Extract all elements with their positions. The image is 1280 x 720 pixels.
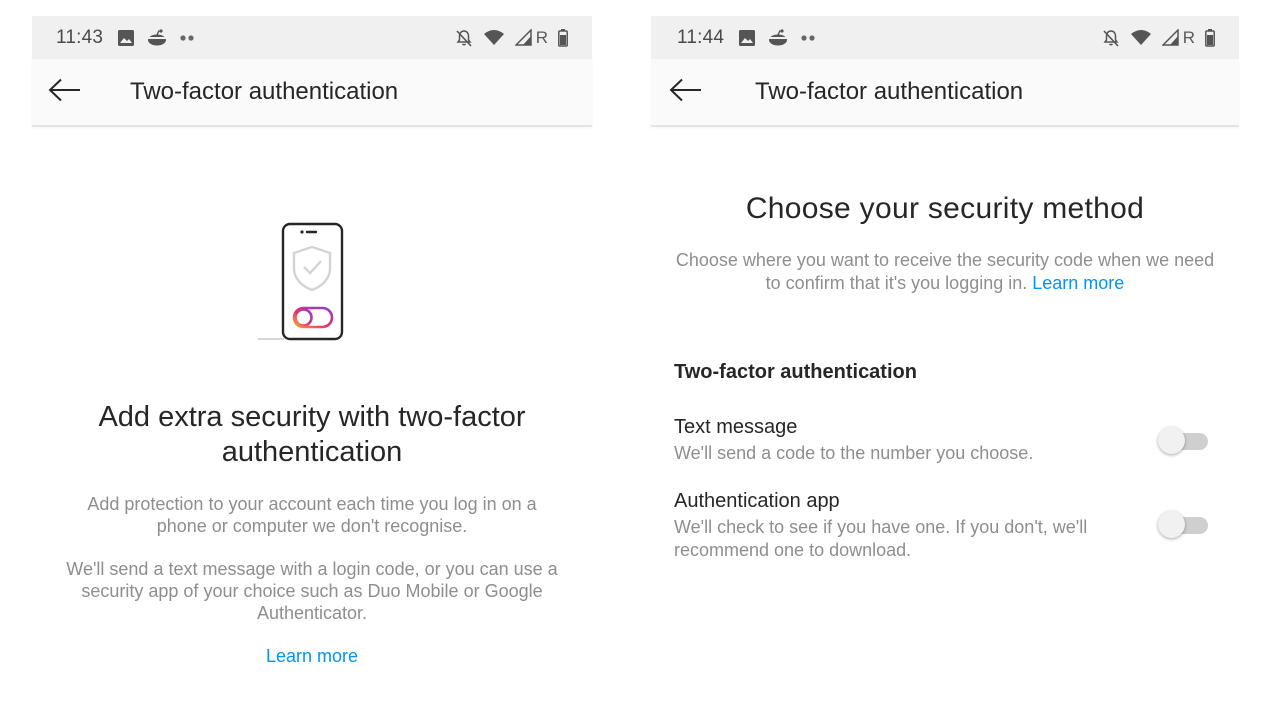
image-icon [117, 29, 135, 47]
more-dots-icon [179, 34, 195, 42]
choose-method-description: Choose where you want to receive the sec… [671, 249, 1219, 295]
screen-intro: 11:43 R Two-factor authentication Add ex… [32, 16, 592, 720]
arrow-left-icon [669, 78, 703, 107]
toggle-thumb [1158, 511, 1185, 538]
option-label: Text message [674, 416, 798, 438]
intro-heading: Add extra security with two-factor authe… [98, 401, 526, 468]
battery-icon [1205, 28, 1215, 47]
bell-off-icon [455, 29, 473, 47]
page-title: Two-factor authentication [755, 78, 1024, 105]
status-time: 11:43 [56, 26, 104, 48]
app-bar: Two-factor authentication [32, 59, 592, 127]
option-label: Authentication app [674, 490, 840, 512]
wifi-icon [1130, 29, 1152, 46]
section-title: Two-factor authentication [674, 361, 917, 383]
intro-body-protection: Add protection to your account each time… [87, 494, 537, 536]
learn-more-link[interactable]: Learn more [32, 646, 592, 667]
toggle-thumb [1158, 427, 1185, 454]
status-bar: 11:44 R [651, 16, 1239, 59]
app-bar: Two-factor authentication [651, 59, 1239, 127]
roaming-indicator: R [535, 27, 548, 47]
screen-choose-method: 11:44 R Two-factor authentication Choose… [651, 16, 1239, 720]
intro-body-methods: We'll send a text message with a login c… [66, 559, 558, 623]
page-title: Two-factor authentication [130, 78, 399, 105]
signal-icon [1161, 29, 1179, 46]
authentication-app-toggle[interactable] [1156, 510, 1210, 540]
arrow-left-icon [48, 78, 82, 107]
status-time: 11:44 [677, 26, 725, 48]
wifi-icon [483, 29, 505, 46]
option-authentication-app[interactable]: Authentication app We'll check to see if… [674, 488, 1216, 568]
battery-icon [558, 28, 568, 47]
reddit-icon [768, 28, 788, 47]
bell-off-icon [1102, 29, 1120, 47]
option-description: We'll send a code to the number you choo… [674, 443, 1034, 463]
learn-more-link[interactable]: Learn more [1032, 273, 1124, 293]
back-button[interactable] [669, 77, 705, 107]
option-text-message[interactable]: Text message We'll send a code to the nu… [674, 414, 1216, 470]
option-description: We'll check to see if you have one. If y… [674, 517, 1088, 560]
phone-shield-toggle-illustration [256, 222, 346, 344]
text-message-toggle[interactable] [1156, 426, 1210, 456]
choose-method-heading: Choose your security method [745, 192, 1145, 225]
image-icon [738, 29, 756, 47]
reddit-icon [147, 28, 167, 47]
roaming-indicator: R [1182, 27, 1195, 47]
back-button[interactable] [48, 77, 84, 107]
more-dots-icon [800, 34, 816, 42]
status-bar: 11:43 R [32, 16, 592, 59]
description-text: Choose where you want to receive the sec… [675, 250, 1215, 293]
signal-icon [514, 29, 532, 46]
